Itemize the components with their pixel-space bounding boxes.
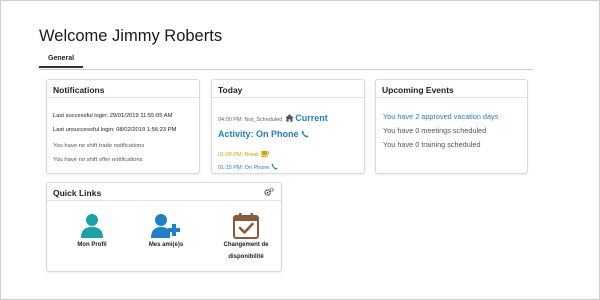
phone-icon: [271, 163, 278, 170]
quick-link-changement-disponibilite[interactable]: Changement de disponibilité: [209, 213, 283, 263]
schedule-phone: 01:15 PM: On Phone: [218, 163, 278, 171]
today-card: Today 04:00 PM: Not_Scheduled Current Ac…: [211, 79, 365, 174]
page: Welcome Jimmy Roberts General Notificati…: [0, 0, 600, 300]
status-line: 04:00 PM: Not_Scheduled Current: [218, 113, 328, 123]
last-unsuccessful-login: Last unsuccessful login: 08/02/2019 1:56…: [53, 127, 177, 133]
vacation-days-link[interactable]: You have 2 approved vacation days: [383, 112, 498, 121]
upcoming-events-card: Upcoming Events You have 2 approved vaca…: [375, 79, 528, 174]
current-activity-label: Current: [295, 113, 328, 123]
training-scheduled: You have 0 training scheduled: [383, 140, 481, 149]
quick-link-mes-amies[interactable]: Mes ami(e)s: [131, 213, 201, 251]
current-activity-value: Activity: On Phone: [218, 129, 299, 139]
home-icon: [285, 114, 294, 122]
notifications-title: Notifications: [47, 80, 199, 98]
quick-link-label-line2: disponibilité: [228, 254, 264, 260]
calendar-check-icon: [209, 213, 283, 239]
shift-offer-notice: You have no shift offer notifications: [53, 157, 143, 163]
quick-link-label: Mes ami(e)s: [148, 242, 184, 248]
page-title: Welcome Jimmy Roberts: [39, 27, 223, 45]
quick-links-card: Quick Links Mon Profil Mes ami(e)s Chang…: [46, 182, 282, 272]
last-successful-login: Last successful login: 29/01/2019 11:55:…: [53, 113, 173, 119]
upcoming-events-title: Upcoming Events: [376, 80, 527, 98]
user-icon: [57, 213, 127, 239]
quick-links-title-text: Quick Links: [53, 188, 102, 198]
status-time: 04:00 PM: Not_Scheduled: [218, 117, 283, 123]
notifications-card: Notifications Last successful login: 29/…: [46, 79, 200, 174]
add-user-icon: [131, 213, 201, 239]
quick-link-label: Changement de: [223, 242, 269, 248]
quick-link-label: Mon Profil: [77, 242, 107, 248]
today-title: Today: [212, 80, 364, 98]
break-text: 01:00 PM: Break: [218, 152, 259, 158]
quick-links-title: Quick Links: [47, 183, 281, 201]
quick-link-mon-profil[interactable]: Mon Profil: [57, 213, 127, 251]
phone-text: 01:15 PM: On Phone: [218, 165, 270, 171]
schedule-break: 01:00 PM: Break: [218, 150, 270, 158]
shift-trade-notice: You have no shift trade notifications: [53, 143, 145, 149]
tab-general[interactable]: General: [39, 53, 84, 68]
gear-icon[interactable]: [264, 187, 274, 197]
tab-bar: General: [39, 53, 533, 70]
meetings-scheduled: You have 0 meetings scheduled: [383, 126, 487, 135]
phone-icon: [301, 130, 309, 138]
coffee-icon: [260, 150, 270, 157]
current-activity: Activity: On Phone: [218, 129, 309, 139]
